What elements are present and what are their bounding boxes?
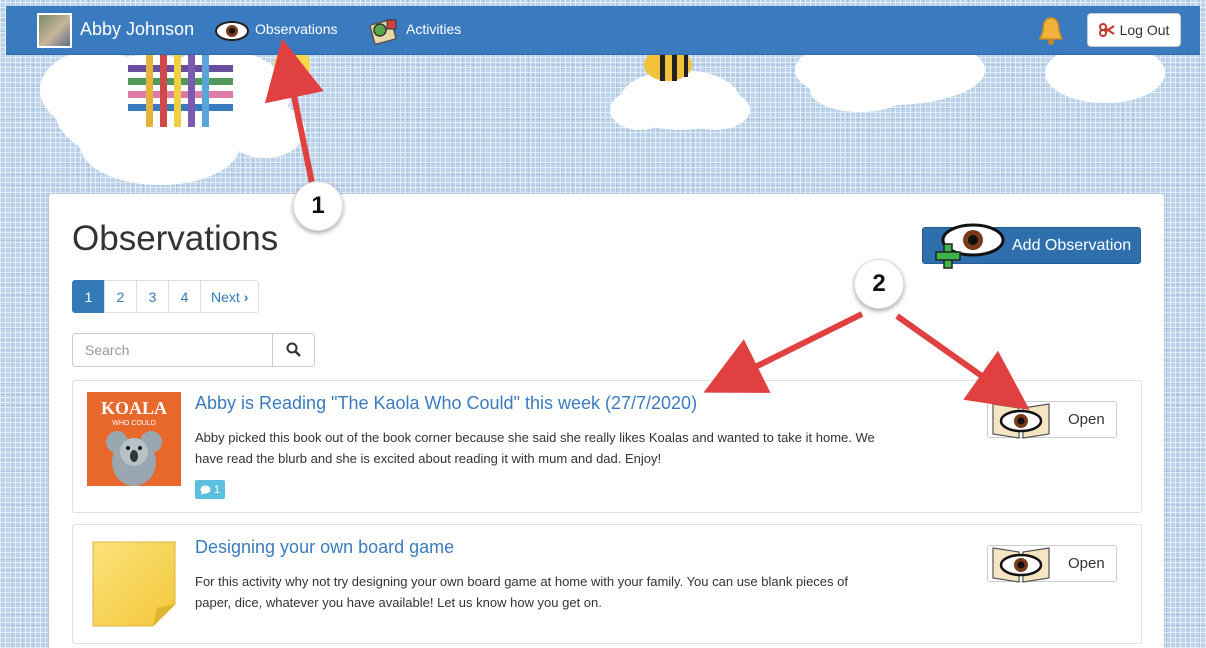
observation-description: For this activity why not try designing …	[195, 574, 848, 610]
eye-book-icon	[992, 403, 1050, 439]
annotation-marker-2: 2	[854, 259, 904, 309]
observation-description: Abby picked this book out of the book co…	[195, 430, 875, 466]
page-1-button[interactable]: 1	[72, 280, 105, 313]
user-name[interactable]: Abby Johnson	[80, 19, 194, 40]
page-4-button[interactable]: 4	[168, 280, 201, 313]
magnifier-icon	[286, 342, 301, 357]
open-button-label: Open	[1068, 555, 1105, 572]
scissors-icon	[1098, 23, 1115, 37]
page-3-button[interactable]: 3	[136, 280, 169, 313]
open-button[interactable]: Open	[987, 401, 1117, 439]
annotation-marker-1: 1	[293, 181, 343, 231]
next-page-button[interactable]: Next ›	[200, 280, 260, 313]
observation-title-link[interactable]: Abby is Reading "The Kaola Who Could" th…	[195, 393, 697, 414]
bell-icon[interactable]	[1036, 15, 1066, 47]
comment-count: 1	[214, 483, 221, 496]
avatar[interactable]	[37, 13, 72, 48]
speech-bubble-icon	[200, 485, 211, 495]
search-input[interactable]	[72, 333, 273, 367]
top-navbar: Abby Johnson Observations Activities Log…	[6, 6, 1200, 55]
nav-activities-link[interactable]: Activities	[406, 21, 461, 37]
comment-count-badge[interactable]: 1	[195, 480, 226, 499]
header-decoration	[40, 55, 1165, 185]
book-cover-thumbnail[interactable]: KOALA WHO COULD	[87, 392, 181, 486]
activities-icon[interactable]	[366, 16, 402, 46]
thumbnail-subtitle: WHO COULD	[112, 420, 156, 427]
nav-observations-link[interactable]: Observations	[255, 21, 337, 37]
observation-card: Designing your own board game For this a…	[72, 524, 1142, 644]
add-observation-label: Add Observation	[1012, 237, 1132, 254]
chevron-right-icon: ›	[243, 288, 249, 305]
logout-label: Log Out	[1119, 22, 1170, 38]
page-title: Observations	[72, 219, 279, 258]
eye-icon[interactable]	[215, 20, 249, 42]
search-bar	[72, 333, 315, 367]
logout-button[interactable]: Log Out	[1087, 13, 1181, 47]
thumbnail-title: KOALA	[101, 398, 167, 418]
page-2-button[interactable]: 2	[104, 280, 137, 313]
pagination: 1 2 3 4 Next ›	[72, 280, 260, 313]
open-button[interactable]: Open	[987, 545, 1117, 583]
next-page-label: Next	[211, 288, 240, 305]
observation-card: KOALA WHO COULD Abby is Reading "The Kao…	[72, 380, 1142, 513]
add-observation-button[interactable]: Add Observation	[922, 223, 1141, 269]
open-button-label: Open	[1068, 411, 1105, 428]
eye-plus-icon	[935, 223, 1005, 269]
search-button[interactable]	[273, 333, 315, 367]
eye-book-icon	[992, 547, 1050, 583]
observation-title-link[interactable]: Designing your own board game	[195, 537, 454, 558]
sticky-note-thumbnail[interactable]	[87, 536, 181, 630]
